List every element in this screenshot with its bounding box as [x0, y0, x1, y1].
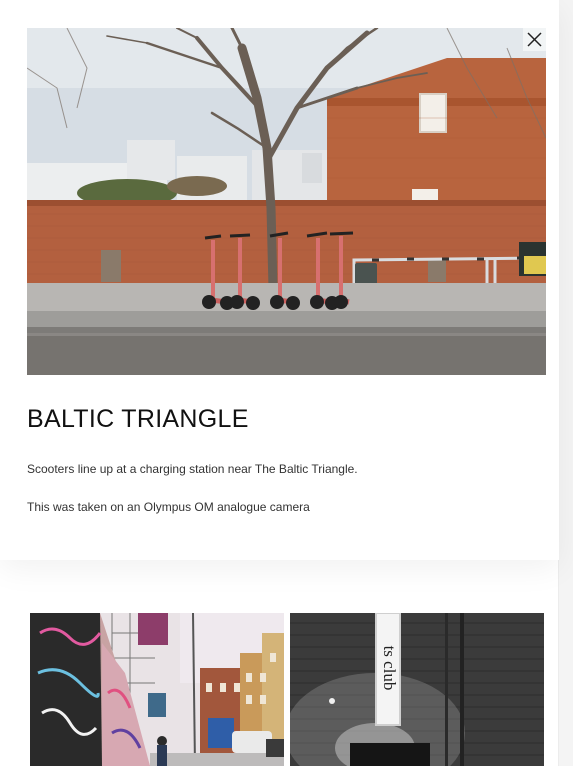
photo-caption: Scooters line up at a charging station n…: [27, 462, 358, 476]
gallery-thumb-art: ts club: [290, 613, 544, 766]
photo-note: This was taken on an Olympus OM analogue…: [27, 500, 310, 514]
hero-photo: [27, 28, 546, 375]
club-sign-text: ts club: [380, 646, 399, 691]
gallery-thumb-graffiti-street[interactable]: [30, 613, 284, 766]
close-icon: [527, 32, 542, 47]
photo-lightbox: BALTIC TRIANGLE Scooters line up at a ch…: [0, 0, 559, 560]
gallery-thumb-club-sign[interactable]: ts club: [290, 613, 544, 766]
close-button[interactable]: [523, 28, 546, 51]
gallery-thumb-art: [30, 613, 284, 766]
page-scrollbar[interactable]: [558, 0, 573, 766]
hero-photo-art: [27, 28, 546, 375]
photo-title: BALTIC TRIANGLE: [27, 405, 249, 433]
